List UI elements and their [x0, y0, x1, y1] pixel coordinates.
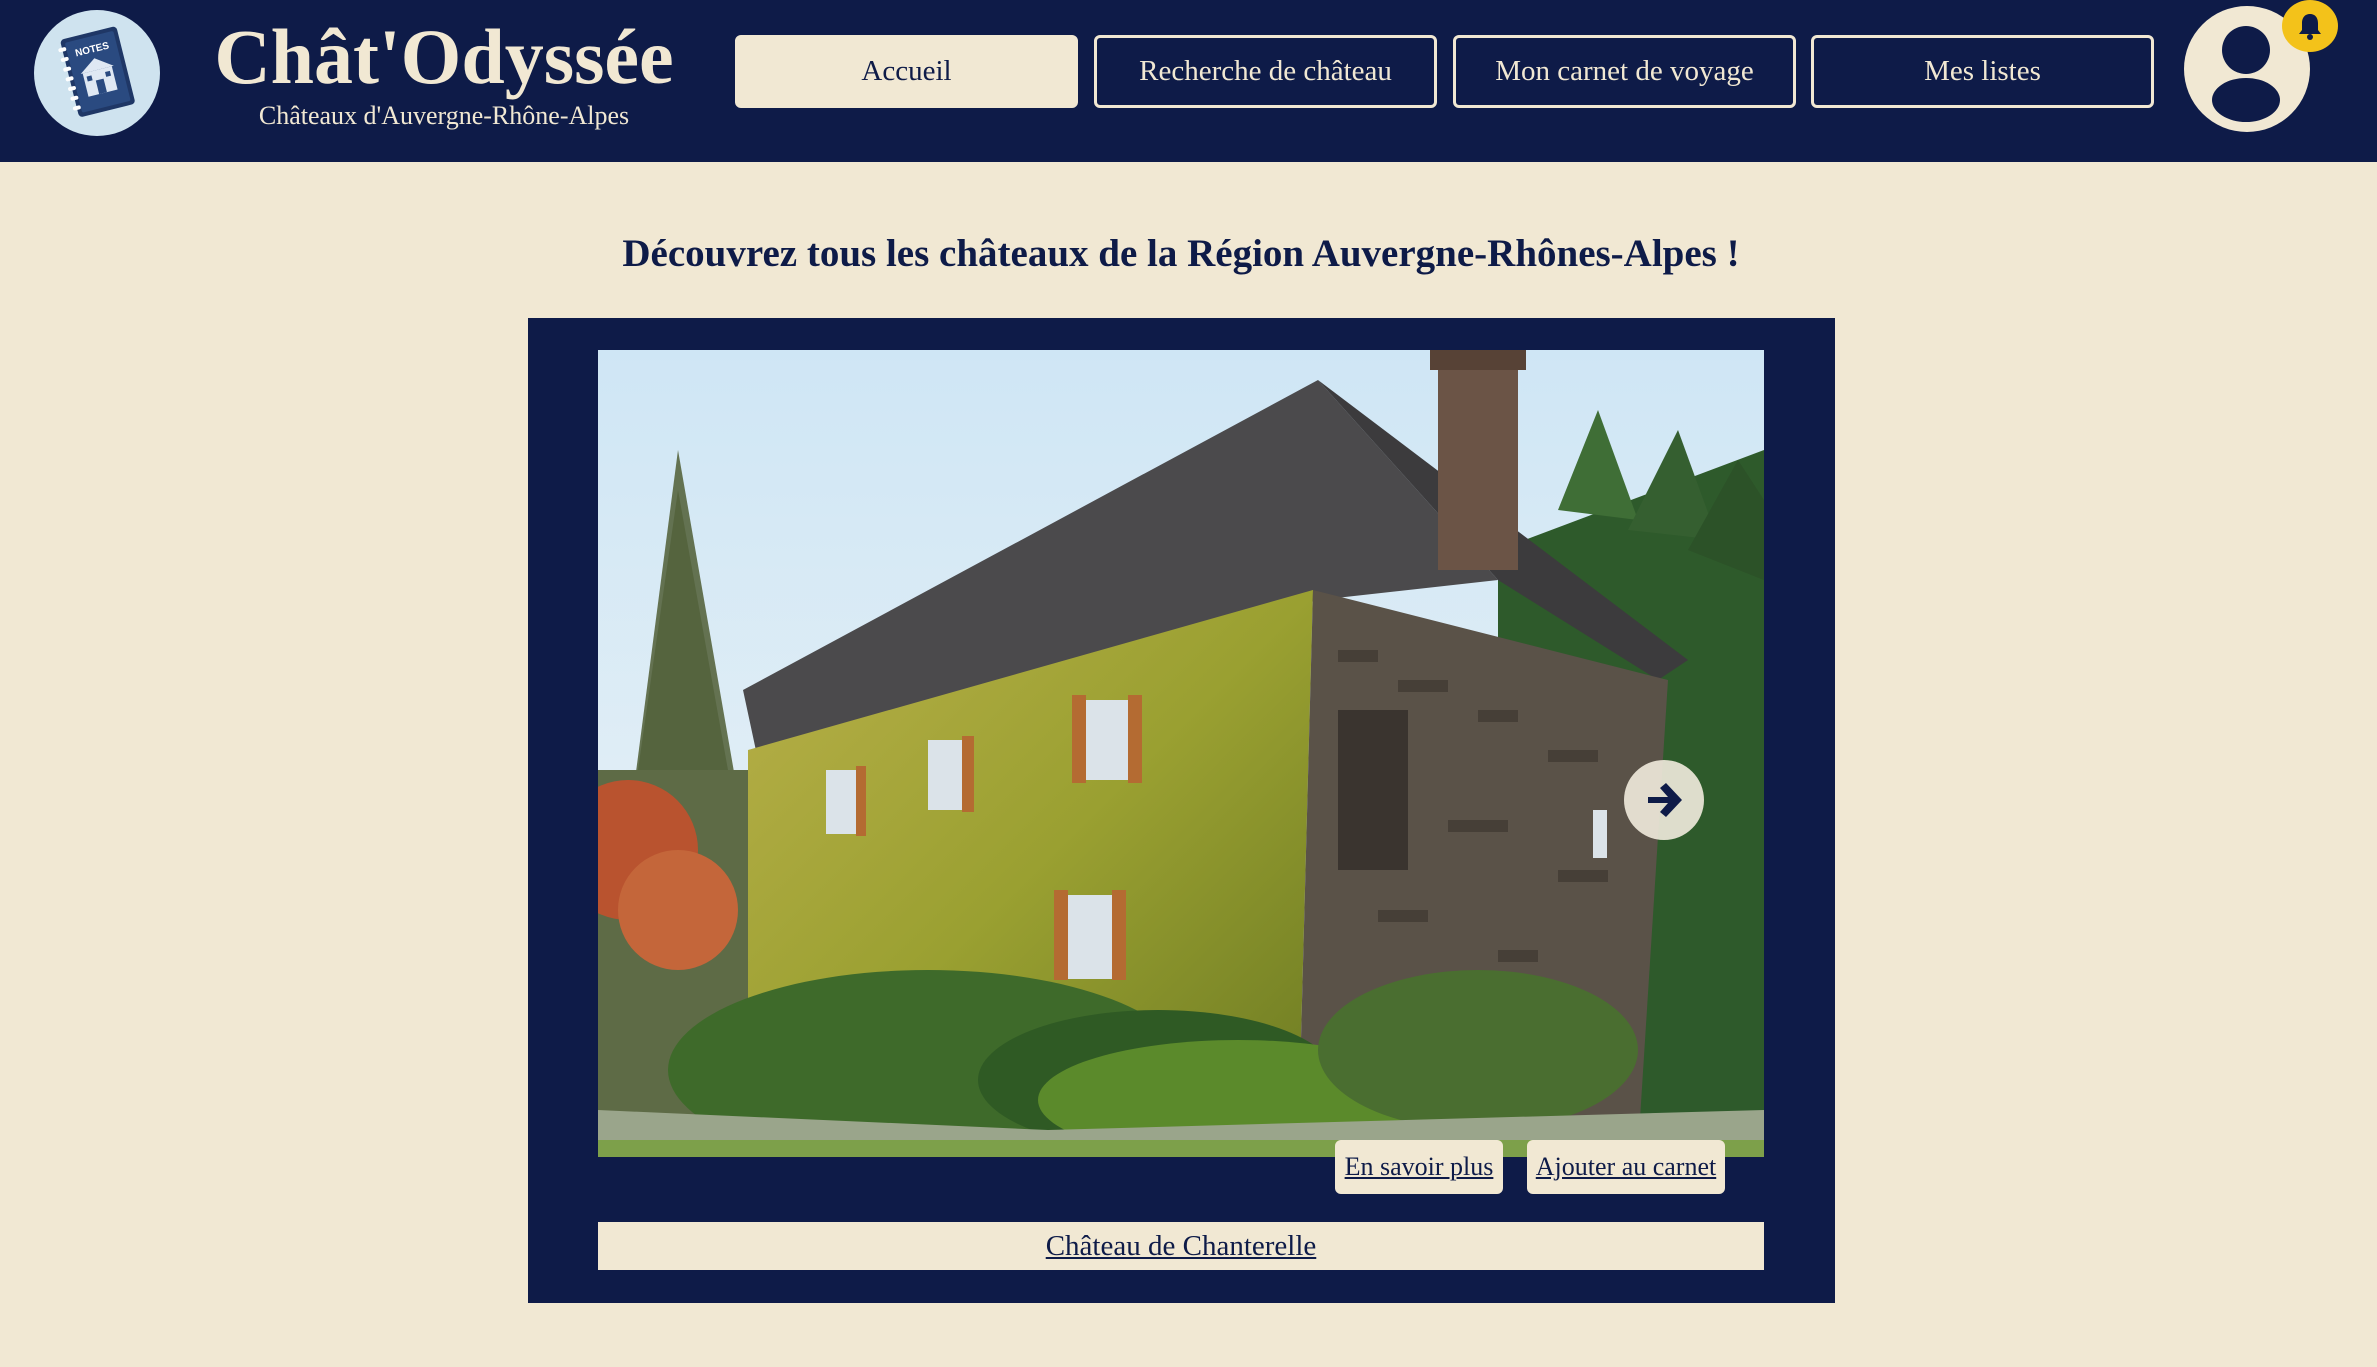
castle-carousel: En savoir plus Ajouter au carnet Château… [528, 318, 1835, 1303]
nav-listes-button[interactable]: Mes listes [1811, 35, 2154, 108]
notebook-icon: NOTES [58, 26, 135, 117]
nav-recherche-button[interactable]: Recherche de château [1094, 35, 1437, 108]
site-header: NOTES Chât'Odyssée Châteaux d'Auvergne-R… [0, 0, 2377, 162]
add-to-carnet-button[interactable]: Ajouter au carnet [1527, 1140, 1725, 1194]
site-title: Chât'Odyssée [214, 13, 674, 100]
castle-photo [598, 350, 1764, 1157]
bell-icon [2299, 14, 2321, 40]
castle-caption: Château de Chanterelle [598, 1222, 1764, 1270]
more-info-button[interactable]: En savoir plus [1335, 1140, 1503, 1194]
site-logo[interactable]: NOTES [34, 10, 160, 136]
nav-accueil-button[interactable]: Accueil [735, 35, 1078, 108]
castle-name-link[interactable]: Château de Chanterelle [1046, 1230, 1317, 1263]
carousel-next-button[interactable] [1624, 760, 1704, 840]
page-headline: Découvrez tous les châteaux de la Région… [622, 232, 1740, 275]
site-subtitle: Châteaux d'Auvergne-Rhône-Alpes [258, 101, 630, 130]
notification-button[interactable] [2282, 0, 2338, 52]
nav-carnet-button[interactable]: Mon carnet de voyage [1453, 35, 1796, 108]
arrow-right-icon [1648, 783, 1682, 817]
